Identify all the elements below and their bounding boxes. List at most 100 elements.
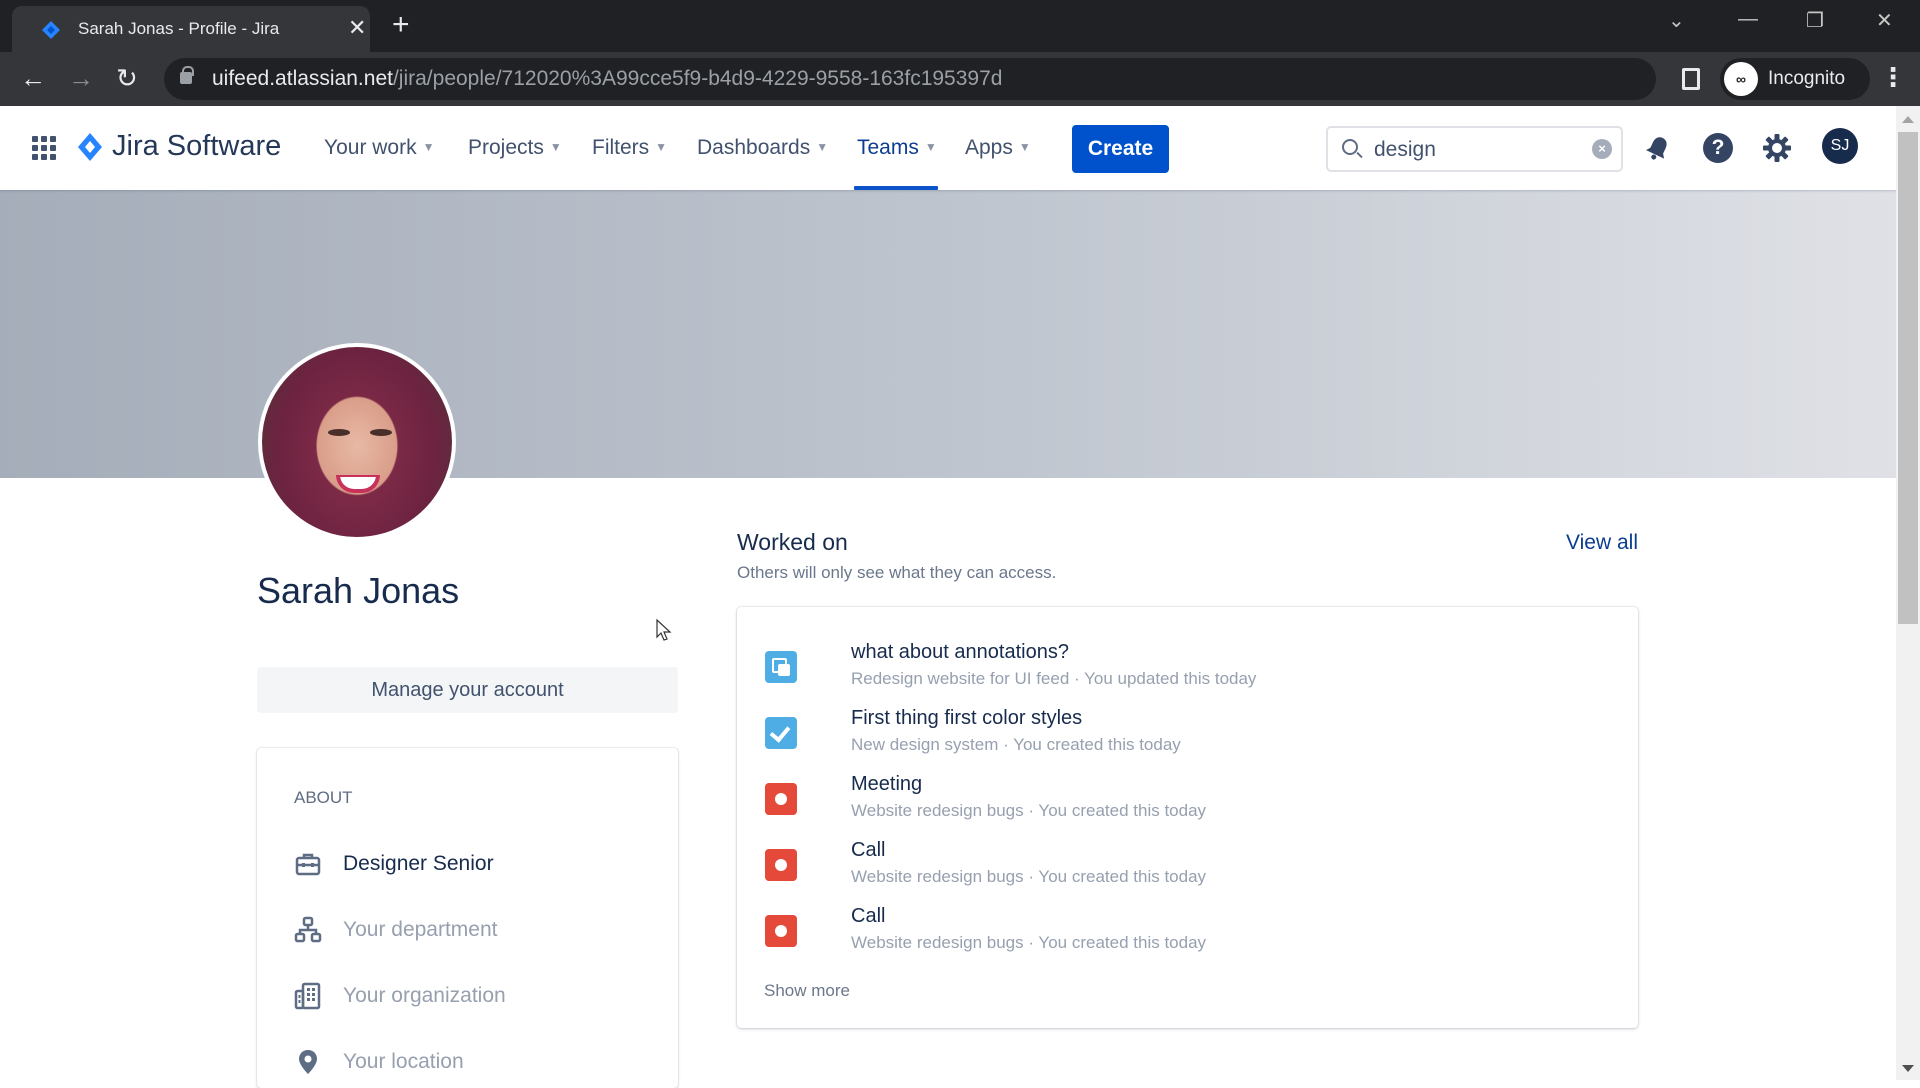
nav-apps[interactable]: Apps ▼ [965,136,1031,160]
scrollbar-thumb[interactable] [1898,132,1918,624]
jira-top-nav: Jira Software Your work ▼ Projects ▼ Filte… [0,106,1896,190]
address-bar[interactable]: uifeed.atlassian.net/jira/people/712020%… [164,58,1805,100]
tab-close-icon[interactable]: ✕ [348,15,366,41]
worked-on-heading: Worked on [737,529,848,555]
department-icon [294,916,322,943]
tab-title: Sarah Jonas - Profile - Jira [78,19,280,38]
work-item[interactable]: what about annotations? Redesign website… [765,639,1605,695]
about-item-label: Your department [343,918,498,941]
profile-avatar[interactable] [258,343,456,541]
lock-icon [180,66,194,84]
work-item[interactable]: Meeting Website redesign bugs · You crea… [765,771,1605,827]
work-item-meta: Redesign website for UI feed · You updat… [851,669,1257,688]
view-all-link[interactable]: View all [1566,531,1638,555]
work-item[interactable]: Call Website redesign bugs · You created… [765,837,1605,893]
nav-dashboards[interactable]: Dashboards ▼ [697,136,828,160]
chevron-down-icon: ▼ [1018,140,1031,154]
help-button[interactable]: ? [1698,128,1738,168]
browser-menu-icon[interactable]: ⋮ [1880,62,1906,93]
help-icon: ? [1703,133,1733,163]
window-close-icon[interactable]: ✕ [1876,8,1893,33]
about-item-label: Designer Senior [343,852,494,875]
browser-toolbar: ← → ↻ uifeed.atlassian.net/jira/people/7… [0,52,1920,106]
about-location[interactable]: Your location [294,1042,654,1082]
jira-favicon-icon [42,21,60,39]
restore-icon[interactable]: ❐ [1806,8,1824,33]
nav-your-work[interactable]: Your work ▼ [324,136,435,160]
clear-search-icon[interactable]: × [1592,139,1612,159]
task-type-icon [765,717,797,749]
subtask-type-icon [765,651,797,683]
organization-icon [294,982,321,1010]
about-card: ABOUT Designer Senior Your department Yo… [257,748,678,1088]
jira-logo[interactable]: Jira Software [78,130,281,163]
bell-icon [1645,137,1667,160]
back-icon[interactable]: ← [20,63,46,93]
user-avatar[interactable]: SJ [1822,128,1858,164]
new-tab-button[interactable]: + [392,8,410,42]
show-more-link[interactable]: Show more [764,981,850,1001]
about-organization[interactable]: Your organization [294,976,654,1016]
jira-diamond-icon [78,132,102,161]
incognito-icon: ∞ [1724,62,1758,96]
work-item-title: First thing first color styles [851,707,1083,729]
gear-icon [1763,134,1791,162]
chevron-down-icon: ▼ [655,140,668,154]
search-box[interactable]: × [1326,126,1623,172]
browser-tab-bar: Sarah Jonas - Profile - Jira ✕ + ⌄ — ❐ ✕ [0,0,1920,52]
avatar-mouth [336,475,380,493]
side-panel-icon[interactable] [1682,68,1700,90]
work-item-title: what about annotations? [851,641,1069,663]
nav-projects[interactable]: Projects ▼ [468,136,562,160]
nav-teams[interactable]: Teams ▼ [857,136,937,160]
worked-on-list: what about annotations? Redesign website… [737,607,1638,1028]
reload-icon[interactable]: ↻ [116,63,138,93]
chevron-down-icon: ▼ [549,140,562,154]
mouse-cursor-icon [656,619,672,641]
chevron-down-icon: ▼ [422,140,435,154]
work-item-meta: New design system · You created this tod… [851,735,1181,754]
work-item-meta: Website redesign bugs · You created this… [851,933,1207,952]
create-button[interactable]: Create [1072,125,1169,173]
avatar-eye [370,429,392,436]
minimize-icon[interactable]: — [1738,8,1758,31]
chevron-down-icon: ▼ [924,140,937,154]
app-switcher-icon[interactable] [32,136,56,160]
search-icon [1342,139,1358,155]
forward-icon[interactable]: → [68,63,94,93]
briefcase-icon [295,853,321,876]
active-tab-indicator [854,186,938,190]
nav-filters[interactable]: Filters ▼ [592,136,667,160]
work-item-meta: Website redesign bugs · You created this… [851,867,1207,886]
settings-button[interactable] [1757,128,1797,168]
work-item[interactable]: Call Website redesign bugs · You created… [765,903,1605,959]
tab-search-icon[interactable]: ⌄ [1668,8,1685,33]
profile-name: Sarah Jonas [257,570,460,611]
location-icon [299,1050,317,1074]
page-scrollbar[interactable] [1896,106,1920,1080]
manage-account-button[interactable]: Manage your account [257,667,678,713]
bug-type-icon [765,849,797,881]
work-item-title: Call [851,839,886,861]
chevron-down-icon: ▼ [816,140,829,154]
incognito-label: Incognito [1768,68,1846,89]
scroll-up-arrow-icon[interactable] [1902,116,1914,123]
about-item-label: Your organization [343,984,506,1007]
work-item-title: Call [851,905,886,927]
scroll-down-arrow-icon[interactable] [1902,1065,1914,1072]
incognito-profile-button[interactable]: ∞ Incognito [1720,58,1870,100]
bug-type-icon [765,783,797,815]
work-item-meta: Website redesign bugs · You created this… [851,801,1207,820]
notifications-button[interactable] [1638,128,1678,168]
about-department[interactable]: Your department [294,910,654,950]
browser-tab[interactable]: Sarah Jonas - Profile - Jira ✕ [12,6,370,52]
about-job-title[interactable]: Designer Senior [294,844,654,884]
about-heading: ABOUT [294,788,353,807]
bug-type-icon [765,915,797,947]
avatar-eye [328,429,350,436]
work-item[interactable]: First thing first color styles New desig… [765,705,1605,761]
product-name: Jira Software [112,130,282,162]
url-text[interactable]: uifeed.atlassian.net/jira/people/712020%… [212,67,1002,91]
search-input[interactable] [1374,136,1584,164]
about-item-label: Your location [343,1050,464,1073]
